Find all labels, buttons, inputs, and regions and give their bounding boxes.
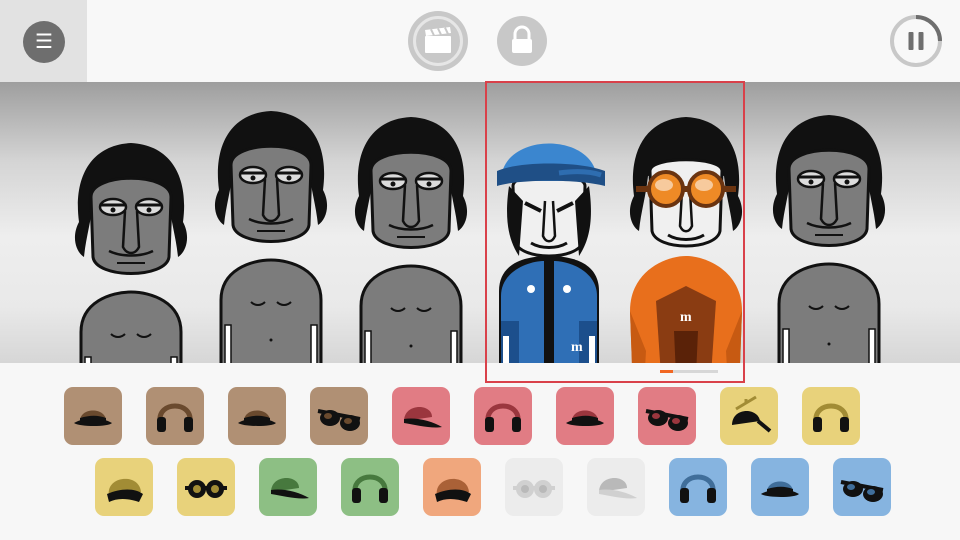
accessory-tile-row2-7[interactable] xyxy=(587,458,645,516)
accessory-tile-row1-7[interactable] xyxy=(556,387,614,445)
headphones-icon xyxy=(352,474,388,503)
fedora-hat-icon xyxy=(238,410,276,426)
accessory-tile-row2-1[interactable] xyxy=(95,458,153,516)
headphones-icon xyxy=(813,403,849,432)
accessory-tile-row1-10[interactable] xyxy=(802,387,860,445)
sunglasses-icon xyxy=(840,480,884,502)
selection-frame xyxy=(485,81,745,383)
lock-icon xyxy=(512,25,532,53)
accessory-tile-row2-3[interactable] xyxy=(259,458,317,516)
headphones-icon xyxy=(157,403,193,432)
character-slot-6[interactable] xyxy=(764,82,894,363)
character-slot-3[interactable] xyxy=(346,82,476,363)
selection-progress-fill xyxy=(660,370,673,373)
sunglasses-icon xyxy=(317,409,361,431)
pause-icon xyxy=(890,15,942,67)
accessory-tile-row2-9[interactable] xyxy=(751,458,809,516)
pause-button[interactable] xyxy=(889,14,943,68)
accessory-tile-row2-8[interactable] xyxy=(669,458,727,516)
menu-icon: ☰ xyxy=(35,31,53,53)
lock-button[interactable] xyxy=(497,16,547,66)
sunglasses-icon xyxy=(645,409,689,431)
accessory-tile-row1-4[interactable] xyxy=(310,387,368,445)
accessory-tile-row1-1[interactable] xyxy=(64,387,122,445)
fedora-hat-icon xyxy=(761,481,799,497)
fedora-hat-icon xyxy=(74,410,112,426)
beanie-icon xyxy=(435,478,471,502)
accessory-tile-row2-5[interactable] xyxy=(423,458,481,516)
accessory-tile-row1-9[interactable] xyxy=(720,387,778,445)
beanie-icon xyxy=(107,478,143,502)
headphones-icon xyxy=(680,474,716,503)
goggles-icon xyxy=(513,480,555,498)
clapperboard-button[interactable] xyxy=(408,11,468,71)
top-bar xyxy=(0,0,960,82)
clapperboard-icon xyxy=(425,27,451,53)
fedora-hat-icon xyxy=(566,410,604,426)
character-slot-2[interactable] xyxy=(206,82,336,363)
accessory-tile-row2-10[interactable] xyxy=(833,458,891,516)
accessory-tile-row1-2[interactable] xyxy=(146,387,204,445)
accessory-tile-row1-3[interactable] xyxy=(228,387,286,445)
accessory-tile-row2-2[interactable] xyxy=(177,458,235,516)
propeller-cap-icon xyxy=(732,395,772,433)
headphones-icon xyxy=(485,403,521,432)
accessory-tile-row2-4[interactable] xyxy=(341,458,399,516)
accessory-tile-row1-6[interactable] xyxy=(474,387,532,445)
character-slot-1[interactable] xyxy=(66,82,196,363)
cap-icon xyxy=(404,406,442,428)
selection-progress-bar xyxy=(660,370,718,373)
menu-button[interactable]: ☰ xyxy=(23,21,65,63)
goggles-icon xyxy=(185,480,227,498)
cap-icon xyxy=(599,477,637,499)
accessory-tile-row1-5[interactable] xyxy=(392,387,450,445)
accessory-tile-row2-6[interactable] xyxy=(505,458,563,516)
accessory-tile-row1-8[interactable] xyxy=(638,387,696,445)
cap-icon xyxy=(271,477,309,499)
